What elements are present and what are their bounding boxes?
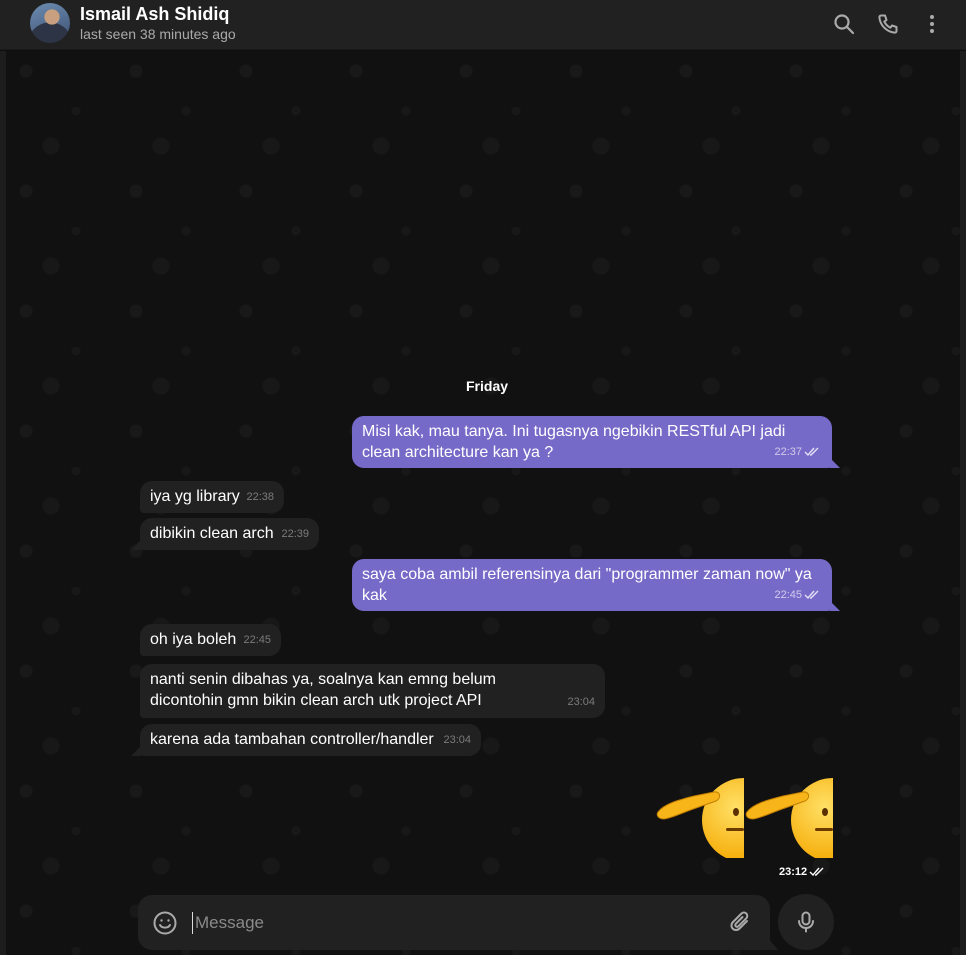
message-bubble-incoming[interactable]: iya yg library 22:38 <box>140 481 284 513</box>
message-time: 22:45 <box>774 585 820 606</box>
message-text: Misi kak, mau tanya. Ini tugasnya ngebik… <box>362 423 786 461</box>
more-vertical-icon[interactable] <box>920 12 944 36</box>
contact-last-seen: last seen 38 minutes ago <box>80 26 236 42</box>
message-time: 23:04 <box>567 696 595 708</box>
message-input[interactable] <box>192 912 712 934</box>
read-checkmarks-icon <box>804 447 820 457</box>
contact-name[interactable]: Ismail Ash Shidiq <box>80 4 229 25</box>
emoji-icon[interactable] <box>152 910 178 936</box>
message-bubble-incoming[interactable]: oh iya boleh 22:45 <box>140 624 281 656</box>
phone-icon[interactable] <box>876 12 900 36</box>
bubble-tail <box>131 746 141 756</box>
bubble-tail <box>131 540 141 550</box>
message-bubble-incoming[interactable]: dibikin clean arch 22:39 <box>140 518 319 550</box>
message-time: 22:38 <box>246 491 274 503</box>
contact-avatar[interactable] <box>30 3 70 43</box>
message-text: saya coba ambil referensinya dari "progr… <box>362 566 812 604</box>
date-separator: Friday <box>466 378 509 394</box>
search-icon[interactable] <box>832 12 856 36</box>
saluting-face-sticker[interactable] <box>745 774 833 858</box>
message-text: karena ada tambahan controller/handler <box>150 731 434 748</box>
message-time: 22:45 <box>243 634 271 646</box>
read-checkmarks-icon <box>809 867 825 877</box>
chat-header: Ismail Ash Shidiq last seen 38 minutes a… <box>0 0 966 50</box>
bubble-tail <box>830 601 840 611</box>
attach-icon[interactable] <box>728 909 754 935</box>
message-text: iya yg library <box>150 488 240 505</box>
message-composer <box>138 895 770 950</box>
bubble-tail <box>830 458 840 468</box>
right-panel-edge <box>960 51 966 955</box>
mic-icon[interactable] <box>778 894 834 950</box>
message-bubble-outgoing[interactable]: saya coba ambil referensinya dari "progr… <box>352 559 832 611</box>
composer-tail <box>768 938 778 950</box>
message-text: nanti senin dibahas ya, soalnya kan emng… <box>150 671 496 709</box>
message-time: 22:37 <box>774 442 820 463</box>
message-time: 23:04 <box>443 734 471 746</box>
message-text: dibikin clean arch <box>150 525 274 542</box>
message-bubble-incoming[interactable]: nanti senin dibahas ya, soalnya kan emng… <box>140 664 605 718</box>
message-bubble-outgoing[interactable]: Misi kak, mau tanya. Ini tugasnya ngebik… <box>352 416 832 468</box>
message-time: 22:39 <box>281 528 309 540</box>
message-time: 23:12 <box>779 866 825 878</box>
message-bubble-incoming[interactable]: karena ada tambahan controller/handler 2… <box>140 724 481 756</box>
read-checkmarks-icon <box>804 590 820 600</box>
saluting-face-sticker[interactable] <box>656 774 744 858</box>
message-text: oh iya boleh <box>150 631 237 648</box>
